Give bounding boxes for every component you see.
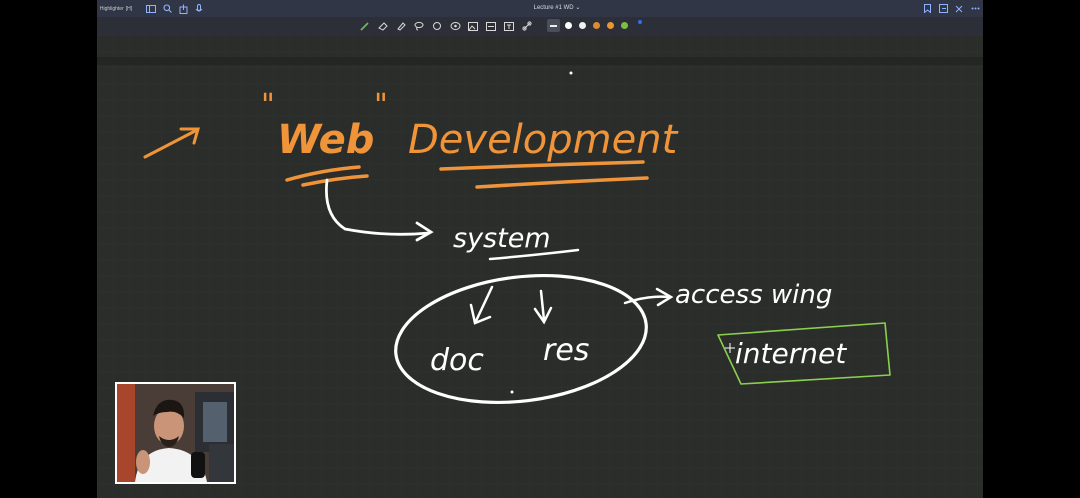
pen-icon[interactable] — [359, 18, 371, 34]
access-wing-label: access wing — [675, 280, 832, 310]
notes-app-window: Highlighter [H] Lecture #1 WD ⌄ " Web " … — [97, 0, 983, 498]
quote-open: " — [261, 88, 275, 123]
close-icon[interactable] — [953, 0, 965, 17]
page-separator — [97, 57, 983, 65]
title-bar: Highlighter [H] Lecture #1 WD ⌄ — [97, 0, 983, 17]
link-icon[interactable] — [521, 18, 533, 34]
sidebar-icon[interactable] — [145, 0, 157, 17]
bookmark-icon[interactable] — [921, 0, 933, 17]
document-title[interactable]: Lecture #1 WD ⌄ — [477, 0, 637, 17]
highlighter-shortcut-text: [H] — [125, 5, 133, 12]
color-swatch-white-small[interactable] — [565, 22, 572, 29]
title-development: Development — [408, 117, 679, 163]
chevron-down-icon: ⌄ — [575, 5, 581, 11]
drawing-toolbar — [97, 17, 983, 35]
highlighter-label-text: Highlighter — [99, 5, 124, 12]
doc-label: doc — [430, 343, 484, 378]
document-title-text: Lecture #1 WD — [533, 5, 574, 11]
scan-icon[interactable] — [485, 18, 497, 34]
more-icon[interactable] — [969, 0, 981, 17]
color-swatch-white[interactable] — [579, 22, 586, 29]
image-icon[interactable] — [467, 18, 479, 34]
share-icon[interactable] — [177, 0, 189, 17]
export-icon[interactable] — [937, 0, 949, 17]
text-icon[interactable] — [503, 18, 515, 34]
sticker-icon[interactable] — [449, 18, 461, 34]
eraser-icon[interactable] — [377, 18, 389, 34]
ink-dot-small — [510, 390, 514, 394]
stroke-width-line — [550, 25, 557, 27]
ink-dot — [569, 71, 573, 75]
color-swatch-green[interactable] — [621, 22, 628, 29]
search-icon[interactable] — [161, 0, 173, 17]
system-label: system — [453, 223, 551, 254]
highlighter-tool-label: Highlighter [H] — [99, 0, 133, 17]
quote-close: " — [374, 88, 388, 123]
internet-label: internet — [735, 337, 847, 370]
microphone-icon[interactable] — [193, 0, 205, 17]
highlighter-icon[interactable] — [395, 18, 407, 34]
color-swatch-blue[interactable] — [638, 20, 642, 24]
res-label: res — [543, 333, 589, 368]
presenter-video — [117, 384, 234, 482]
shapes-icon[interactable] — [431, 18, 443, 34]
color-swatch-amber[interactable] — [607, 22, 614, 29]
title-web: Web — [277, 117, 374, 163]
webcam-overlay[interactable] — [115, 382, 236, 484]
stroke-width-selector[interactable] — [547, 19, 560, 32]
lasso-icon[interactable] — [413, 18, 425, 34]
color-swatch-orange[interactable] — [593, 22, 600, 29]
